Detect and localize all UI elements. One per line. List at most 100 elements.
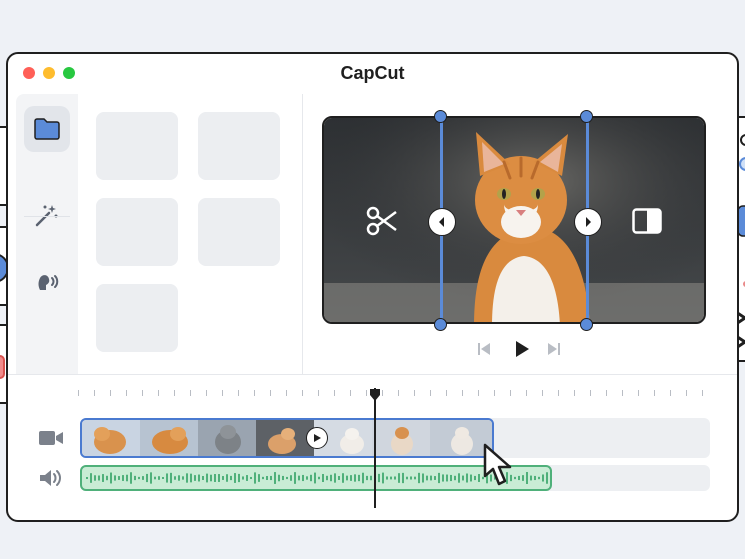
sidebar xyxy=(16,94,78,374)
media-tile[interactable] xyxy=(96,198,178,266)
ruler-tick xyxy=(334,390,335,396)
waveform-bar xyxy=(266,475,268,481)
ruler-tick xyxy=(382,390,383,396)
waveform-bar xyxy=(126,474,128,482)
trim-left-button[interactable] xyxy=(428,208,456,236)
sidebar-item-audio[interactable] xyxy=(24,258,70,304)
ruler-tick xyxy=(366,390,367,396)
transition-button[interactable] xyxy=(306,427,328,449)
media-tile[interactable] xyxy=(198,198,280,266)
trim-right-button[interactable] xyxy=(574,208,602,236)
waveform-bar xyxy=(238,473,240,483)
timeline-ruler[interactable] xyxy=(78,388,718,400)
waveform-bar xyxy=(130,472,132,484)
waveform-bar xyxy=(178,475,180,481)
waveform-bar xyxy=(418,472,420,484)
sidebar-item-effects[interactable] xyxy=(24,192,70,238)
waveform-bar xyxy=(218,474,220,482)
title-bar: CapCut xyxy=(8,54,737,92)
video-clip[interactable] xyxy=(80,418,494,458)
ruler-tick xyxy=(398,390,399,396)
waveform-bar xyxy=(234,473,236,483)
scissors-icon[interactable] xyxy=(366,206,398,236)
sidebar-item-media[interactable] xyxy=(24,106,70,152)
ruler-tick xyxy=(670,390,671,396)
play-icon-small xyxy=(314,434,321,442)
waveform-bar xyxy=(522,475,524,481)
waveform-bar xyxy=(154,476,156,480)
play-button[interactable] xyxy=(512,338,532,360)
waveform-bar xyxy=(106,475,108,481)
cut-line-left-bottom-handle[interactable] xyxy=(434,318,447,331)
waveform-bar xyxy=(142,476,144,480)
waveform-bar xyxy=(194,475,196,481)
ruler-tick xyxy=(222,390,223,396)
cut-line-right-bottom-handle[interactable] xyxy=(580,318,593,331)
waveform-bar xyxy=(278,474,280,482)
cut-line-right-top-handle[interactable] xyxy=(580,110,593,123)
waveform-bar xyxy=(434,476,436,480)
timeline-divider xyxy=(8,374,737,375)
ruler-tick xyxy=(110,390,111,396)
waveform-bar xyxy=(110,472,112,484)
skip-back-button[interactable] xyxy=(474,338,494,360)
waveform-bar xyxy=(254,472,256,484)
playback-controls xyxy=(468,338,578,360)
waveform-bar xyxy=(310,474,312,482)
waveform-bar xyxy=(274,472,276,484)
waveform-bar xyxy=(358,474,360,482)
waveform-bar xyxy=(470,474,472,482)
waveform-bar xyxy=(98,475,100,481)
waveform-bar xyxy=(202,476,204,480)
skip-forward-icon xyxy=(548,343,560,355)
waveform-bar xyxy=(402,472,404,484)
video-preview[interactable] xyxy=(322,116,706,324)
waveform-bar xyxy=(458,473,460,483)
waveform-bar xyxy=(270,475,272,481)
waveform-bar xyxy=(190,473,192,483)
playhead-handle[interactable] xyxy=(368,388,382,402)
waveform-bar xyxy=(302,474,304,482)
split-screen-icon[interactable] xyxy=(632,208,662,234)
cut-line-left-top-handle[interactable] xyxy=(434,110,447,123)
media-tile[interactable] xyxy=(96,284,178,352)
waveform-bar xyxy=(530,475,532,481)
ruler-tick xyxy=(238,390,239,396)
ruler-tick xyxy=(286,390,287,396)
media-tile[interactable] xyxy=(96,112,178,180)
waveform-bar xyxy=(394,476,396,480)
playhead[interactable] xyxy=(374,388,376,508)
ruler-tick xyxy=(190,390,191,396)
waveform-bar xyxy=(338,476,340,480)
media-library xyxy=(78,94,302,374)
waveform-bar xyxy=(162,476,164,480)
ruler-tick xyxy=(158,390,159,396)
waveform-bar xyxy=(426,475,428,481)
ruler-tick xyxy=(254,390,255,396)
waveform-bar xyxy=(454,475,456,481)
waveform-bar xyxy=(366,475,368,481)
media-tile[interactable] xyxy=(198,112,280,180)
waveform-bar xyxy=(474,475,476,481)
waveform-bar xyxy=(390,476,392,480)
ruler-tick xyxy=(526,390,527,396)
waveform-bar xyxy=(258,474,260,482)
waveform-bar xyxy=(542,474,544,482)
skip-forward-button[interactable] xyxy=(544,338,564,360)
ruler-tick xyxy=(270,390,271,396)
folder-icon xyxy=(34,118,60,140)
waveform-bar xyxy=(414,476,416,480)
waveform-bar xyxy=(534,475,536,481)
magic-wand-icon xyxy=(35,205,58,227)
waveform-bar xyxy=(450,474,452,482)
ruler-tick xyxy=(142,390,143,396)
waveform-bar xyxy=(382,472,384,484)
ruler-tick xyxy=(558,390,559,396)
waveform-bar xyxy=(158,476,160,480)
panel-divider xyxy=(302,94,303,374)
ruler-tick xyxy=(494,390,495,396)
waveform-bar xyxy=(478,474,480,482)
waveform-bar xyxy=(314,472,316,484)
ruler-tick xyxy=(606,390,607,396)
waveform-bar xyxy=(346,475,348,481)
